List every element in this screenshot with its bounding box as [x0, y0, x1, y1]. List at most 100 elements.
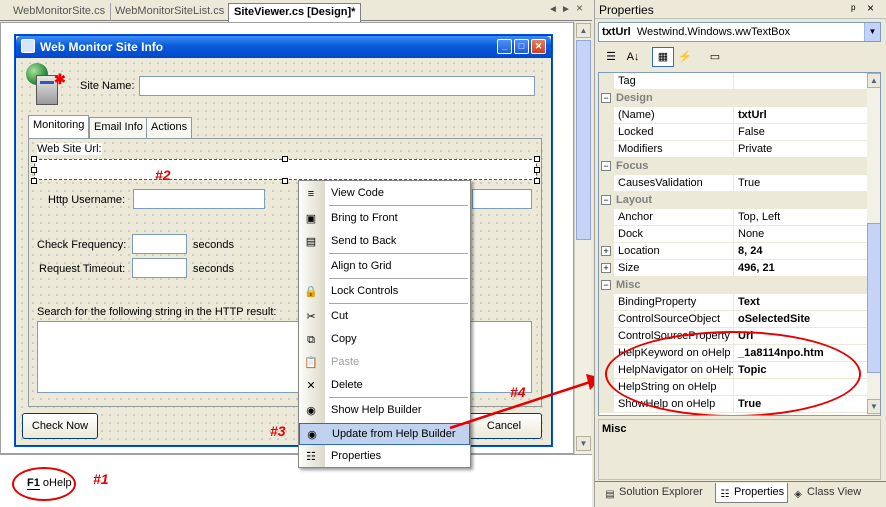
minimize-icon[interactable]: _	[497, 39, 512, 54]
collapse-icon[interactable]: −	[601, 93, 611, 103]
tab-label: Solution Explorer	[619, 486, 703, 498]
property-row[interactable]: Tag	[599, 73, 867, 90]
tab-webmonitorsitelist-cs[interactable]: WebMonitorSiteList.cs	[110, 3, 231, 21]
property-name: Modifiers	[614, 141, 734, 157]
property-value[interactable]: True	[735, 175, 867, 191]
menu-item-copy[interactable]: ⧉ Copy	[299, 329, 470, 351]
properties-title-bar: Properties ᵖ ×	[595, 1, 886, 19]
property-row[interactable]: Dock None	[599, 226, 867, 243]
tab-siteviewer-design[interactable]: SiteViewer.cs [Design]*	[228, 3, 362, 22]
http-password-input[interactable]	[472, 189, 532, 209]
property-row[interactable]: BindingProperty Text	[599, 294, 867, 311]
tab-webmonitorsite-cs[interactable]: WebMonitorSite.cs	[8, 3, 112, 21]
scroll-up-icon[interactable]: ▲	[576, 23, 591, 38]
resize-handle[interactable]	[534, 178, 540, 184]
close-icon[interactable]: ✕	[531, 39, 546, 54]
http-username-input[interactable]	[133, 189, 265, 209]
tab-scroll-right-icon[interactable]: ►	[561, 4, 571, 15]
tab-actions[interactable]: Actions	[146, 117, 193, 138]
menu-item-view-code[interactable]: ≡ View Code	[299, 183, 470, 205]
object-selector[interactable]: txtUrl Westwind.Windows.wwTextBox ▼	[598, 22, 881, 42]
site-name-input[interactable]	[139, 76, 535, 96]
tab-email-info[interactable]: Email Info	[89, 117, 148, 138]
pin-icon[interactable]: ᵖ	[851, 2, 856, 16]
menu-item-send-to-back[interactable]: ▤ Send to Back	[299, 231, 470, 253]
resize-handle[interactable]	[31, 167, 37, 173]
tab-scroll-left-icon[interactable]: ◄	[548, 4, 558, 15]
align-to-grid-icon	[303, 259, 319, 275]
category-layout[interactable]: − Layout	[599, 192, 867, 209]
menu-item-lock-controls[interactable]: 🔒 Lock Controls	[299, 281, 470, 303]
check-frequency-input[interactable]	[132, 234, 187, 254]
property-value[interactable]	[735, 73, 867, 89]
web-site-url-label: Web Site Url:	[37, 143, 102, 155]
property-value[interactable]: Text	[735, 294, 867, 310]
check-now-button[interactable]: Check Now	[22, 413, 98, 439]
property-value[interactable]: False	[735, 124, 867, 140]
tab-close-icon[interactable]: ×	[576, 1, 583, 15]
resize-handle[interactable]	[31, 178, 37, 184]
expand-icon[interactable]: +	[601, 246, 611, 256]
property-value[interactable]: None	[735, 226, 867, 242]
property-row[interactable]: CausesValidation True	[599, 175, 867, 192]
alphabetical-icon[interactable]: A↓	[622, 47, 644, 67]
property-row[interactable]: + Location 8, 24	[599, 243, 867, 260]
property-value[interactable]: txtUrl	[735, 107, 867, 123]
menu-item-cut[interactable]: ✂ Cut	[299, 306, 470, 328]
menu-item-align-to-grid[interactable]: Align to Grid	[299, 256, 470, 278]
events-icon[interactable]: ⚡	[674, 47, 696, 67]
category-design[interactable]: − Design	[599, 90, 867, 107]
property-row[interactable]: + Size 496, 21	[599, 260, 867, 277]
property-row[interactable]: (Name) txtUrl	[599, 107, 867, 124]
scroll-down-icon[interactable]: ▼	[867, 399, 880, 414]
request-timeout-input[interactable]	[132, 258, 187, 278]
expand-icon[interactable]: +	[601, 263, 611, 273]
menu-separator	[329, 253, 468, 254]
property-row[interactable]: Anchor Top, Left	[599, 209, 867, 226]
http-username-label: Http Username:	[48, 194, 126, 206]
resize-handle[interactable]	[534, 167, 540, 173]
property-name: Dock	[614, 226, 734, 242]
form-title-bar[interactable]: Web Monitor Site Info _ □ ✕	[16, 36, 551, 58]
property-row[interactable]: Modifiers Private	[599, 141, 867, 158]
close-icon[interactable]: ×	[867, 1, 874, 15]
object-name: txtUrl	[602, 26, 631, 38]
property-grid-scrollbar[interactable]: ▲ ▼	[867, 73, 880, 415]
scroll-up-icon[interactable]: ▲	[867, 73, 880, 88]
tab-monitoring[interactable]: Monitoring	[28, 115, 90, 138]
category-focus[interactable]: − Focus	[599, 158, 867, 175]
categorized-icon[interactable]: ☰	[600, 47, 622, 67]
menu-item-properties[interactable]: ☷ Properties	[299, 446, 470, 468]
menu-item-label: Show Help Builder	[331, 404, 422, 416]
property-value[interactable]: Top, Left	[735, 209, 867, 225]
property-row[interactable]: ControlSourceObject oSelectedSite	[599, 311, 867, 328]
property-value[interactable]: 8, 24	[735, 243, 867, 259]
tab-solution-explorer[interactable]: ▤ Solution Explorer	[601, 483, 706, 503]
collapse-icon[interactable]: −	[601, 195, 611, 205]
property-row[interactable]: Locked False	[599, 124, 867, 141]
ohelp-component[interactable]: F1 oHelp	[27, 477, 72, 490]
chevron-down-icon[interactable]: ▼	[864, 23, 880, 41]
property-pages-icon[interactable]: ▭	[704, 47, 726, 67]
tab-properties[interactable]: ☷ Properties	[715, 483, 789, 503]
tab-class-view[interactable]: ◈ Class View	[789, 483, 864, 503]
annotation-ellipse	[605, 331, 861, 415]
scrollbar-thumb[interactable]	[867, 223, 880, 373]
properties-view-icon[interactable]: ▦	[652, 47, 674, 67]
property-value[interactable]: 496, 21	[735, 260, 867, 276]
category-misc[interactable]: − Misc	[599, 277, 867, 294]
scrollbar-thumb[interactable]	[576, 40, 591, 240]
resize-handle[interactable]	[282, 156, 288, 162]
annotation-1: #1	[93, 471, 109, 487]
url-input-selected[interactable]	[34, 159, 537, 180]
resize-handle[interactable]	[534, 156, 540, 162]
collapse-icon[interactable]: −	[601, 161, 611, 171]
property-value[interactable]: oSelectedSite	[735, 311, 867, 327]
seconds-label: seconds	[193, 239, 234, 251]
menu-item-bring-to-front[interactable]: ▣ Bring to Front	[299, 208, 470, 230]
collapse-icon[interactable]: −	[601, 280, 611, 290]
resize-handle[interactable]	[282, 178, 288, 184]
property-value[interactable]: Private	[735, 141, 867, 157]
maximize-icon[interactable]: □	[514, 39, 529, 54]
resize-handle[interactable]	[31, 156, 37, 162]
